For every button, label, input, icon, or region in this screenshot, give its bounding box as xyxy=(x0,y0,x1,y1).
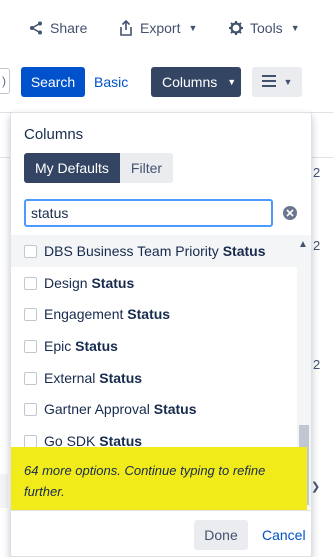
search-row: ) Search Basic Columns ▼ ▼ xyxy=(0,66,333,98)
export-icon xyxy=(118,20,134,36)
search-button[interactable]: Search xyxy=(21,67,85,97)
chevron-up-icon[interactable]: ▲ xyxy=(298,239,308,250)
checkbox[interactable] xyxy=(24,339,37,353)
chevron-down-icon: ▼ xyxy=(290,23,300,33)
list-item[interactable]: DBS Business Team Priority Status xyxy=(11,235,297,267)
list-item[interactable]: Epic Status xyxy=(11,330,297,362)
table-cell-value: 2 xyxy=(313,165,321,180)
done-button[interactable]: Done xyxy=(194,520,248,550)
chevron-down-icon: ▼ xyxy=(188,23,198,33)
table-row-fragment xyxy=(0,474,8,508)
column-options-list: DBS Business Team Priority Status Design… xyxy=(11,235,311,448)
option-label: Go SDK Status xyxy=(44,433,143,448)
columns-label: Columns xyxy=(162,74,218,90)
chevron-right-icon[interactable]: ❯ xyxy=(311,480,320,493)
columns-dropdown: Columns My Defaults Filter DBS Business … xyxy=(10,112,312,557)
option-label: Design Status xyxy=(44,275,135,291)
checkbox[interactable] xyxy=(24,434,37,448)
export-button[interactable]: Export ▼ xyxy=(118,17,197,39)
option-label: Epic Status xyxy=(44,338,118,354)
clear-icon[interactable] xyxy=(283,206,297,220)
checkbox[interactable] xyxy=(24,402,37,416)
list-item[interactable]: External Status xyxy=(11,362,297,394)
share-label: Share xyxy=(50,20,88,36)
tab-filter[interactable]: Filter xyxy=(119,153,174,183)
column-config-tabs: My Defaults Filter xyxy=(24,153,174,183)
list-item[interactable]: Engagement Status xyxy=(11,298,297,330)
panel-title: Columns xyxy=(24,126,84,143)
query-field-edge[interactable]: ) xyxy=(0,68,10,94)
option-label: DBS Business Team Priority Status xyxy=(44,243,266,259)
option-label: External Status xyxy=(44,370,143,386)
gear-icon xyxy=(228,20,244,36)
option-label: Engagement Status xyxy=(44,306,171,322)
basic-mode-link[interactable]: Basic xyxy=(94,74,128,90)
list-item[interactable]: Go SDK Status xyxy=(11,425,297,448)
list-item[interactable]: Design Status xyxy=(11,267,297,299)
table-cell-value: 2 xyxy=(313,238,321,253)
tab-my-defaults[interactable]: My Defaults xyxy=(24,153,120,183)
share-button[interactable]: Share xyxy=(28,17,87,39)
column-search-input[interactable] xyxy=(24,199,273,227)
checkbox[interactable] xyxy=(24,276,37,290)
checkbox[interactable] xyxy=(24,244,37,258)
chevron-down-icon: ▼ xyxy=(283,77,293,87)
share-icon xyxy=(28,20,44,36)
top-toolbar: Share Export ▼ Tools ▼ xyxy=(0,0,333,56)
table-cell-value: 2 xyxy=(313,357,321,372)
checkbox[interactable] xyxy=(24,371,37,385)
tools-button[interactable]: Tools ▼ xyxy=(228,17,300,39)
list-item[interactable]: Gartner Approval Status xyxy=(11,393,297,425)
view-options-button[interactable]: ▼ xyxy=(252,67,302,97)
more-options-note: 64 more options. Continue typing to refi… xyxy=(11,447,307,510)
columns-button[interactable]: Columns ▼ xyxy=(151,67,241,97)
export-label: Export xyxy=(140,20,181,36)
checkbox[interactable] xyxy=(24,307,37,321)
chevron-down-icon: ▼ xyxy=(227,77,237,87)
tools-label: Tools xyxy=(250,20,283,36)
divider xyxy=(11,510,311,511)
list-icon xyxy=(261,74,276,90)
cancel-link[interactable]: Cancel xyxy=(262,527,306,543)
option-label: Gartner Approval Status xyxy=(44,401,197,417)
